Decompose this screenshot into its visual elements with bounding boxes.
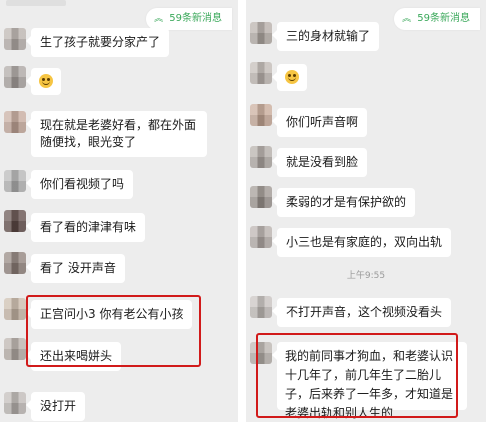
avatar[interactable] xyxy=(4,252,26,274)
avatar[interactable] xyxy=(4,111,26,133)
new-messages-label: 59条新消息 xyxy=(417,13,470,24)
message-text: 小三也是有家庭的，双向出轨 xyxy=(286,235,443,249)
avatar[interactable] xyxy=(4,28,26,50)
screenshot-composite: ︽ 59条新消息 生了孩子就要分家产了 现在就是老婆好看，都在外面随便找，眼光变… xyxy=(0,0,500,422)
message-bubble[interactable]: 小三也是有家庭的，双向出轨 xyxy=(271,228,452,257)
message-text: 你们听声音啊 xyxy=(286,115,359,129)
avatar[interactable] xyxy=(250,186,272,208)
message-text: 生了孩子就要分家产了 xyxy=(40,35,161,49)
left-chat-panel: ︽ 59条新消息 生了孩子就要分家产了 现在就是老婆好看，都在外面随便找，眼光变… xyxy=(0,0,238,422)
avatar[interactable] xyxy=(4,338,26,360)
avatar[interactable] xyxy=(250,62,272,84)
message-text: 柔弱的才是有保护欲的 xyxy=(286,195,407,209)
grinning-emoji-icon xyxy=(285,70,299,84)
avatar[interactable] xyxy=(4,170,26,192)
avatar[interactable] xyxy=(250,146,272,168)
message-text: 看了看的津津有味 xyxy=(40,220,137,234)
message-bubble[interactable]: 生了孩子就要分家产了 xyxy=(25,28,170,57)
grinning-emoji-icon xyxy=(39,74,53,88)
highlight-box xyxy=(26,295,201,367)
avatar[interactable] xyxy=(250,22,272,44)
message-bubble[interactable]: 你们看视频了吗 xyxy=(25,170,134,199)
avatar[interactable] xyxy=(4,298,26,320)
avatar[interactable] xyxy=(250,104,272,126)
double-chevron-up-icon: ︽ xyxy=(402,14,412,24)
message-bubble[interactable]: 你们听声音啊 xyxy=(271,108,368,137)
message-text: 你们看视频了吗 xyxy=(40,177,125,191)
message-timestamp: 上午9:55 xyxy=(346,271,386,281)
message-bubble[interactable]: 没打开 xyxy=(25,392,86,421)
new-messages-badge[interactable]: ︽ 59条新消息 xyxy=(146,8,232,30)
avatar[interactable] xyxy=(4,392,26,414)
message-text: 没打开 xyxy=(40,399,77,413)
new-messages-label: 59条新消息 xyxy=(169,13,222,24)
double-chevron-up-icon: ︽ xyxy=(154,14,164,24)
message-text: 看了 没开声音 xyxy=(40,261,116,275)
avatar[interactable] xyxy=(250,296,272,318)
new-messages-badge[interactable]: ︽ 59条新消息 xyxy=(394,8,480,30)
message-bubble[interactable] xyxy=(272,64,307,91)
right-chat-panel: ︽ 59条新消息 三的身材就输了 你们听声音啊 就是没看到脸 柔弱的才是有保护欲… xyxy=(246,0,486,422)
message-text: 就是没看到脸 xyxy=(286,155,359,169)
message-bubble[interactable]: 柔弱的才是有保护欲的 xyxy=(271,188,416,217)
highlight-box xyxy=(256,333,458,418)
message-bubble[interactable]: 看了看的津津有味 xyxy=(25,213,146,242)
message-bubble[interactable]: 三的身材就输了 xyxy=(271,22,380,51)
message-text: 现在就是老婆好看，都在外面随便找，眼光变了 xyxy=(40,118,197,149)
cropped-message-fragment xyxy=(6,0,66,6)
avatar[interactable] xyxy=(4,210,26,232)
message-bubble[interactable] xyxy=(26,68,61,95)
message-bubble[interactable]: 不打开声音，这个视频没看头 xyxy=(271,298,452,327)
message-bubble[interactable]: 现在就是老婆好看，都在外面随便找，眼光变了 xyxy=(26,111,207,157)
message-bubble[interactable]: 就是没看到脸 xyxy=(271,148,368,177)
message-text: 三的身材就输了 xyxy=(286,29,371,43)
message-bubble[interactable]: 看了 没开声音 xyxy=(26,254,125,283)
avatar[interactable] xyxy=(4,66,26,88)
avatar[interactable] xyxy=(250,226,272,248)
message-text: 不打开声音，这个视频没看头 xyxy=(286,305,443,319)
